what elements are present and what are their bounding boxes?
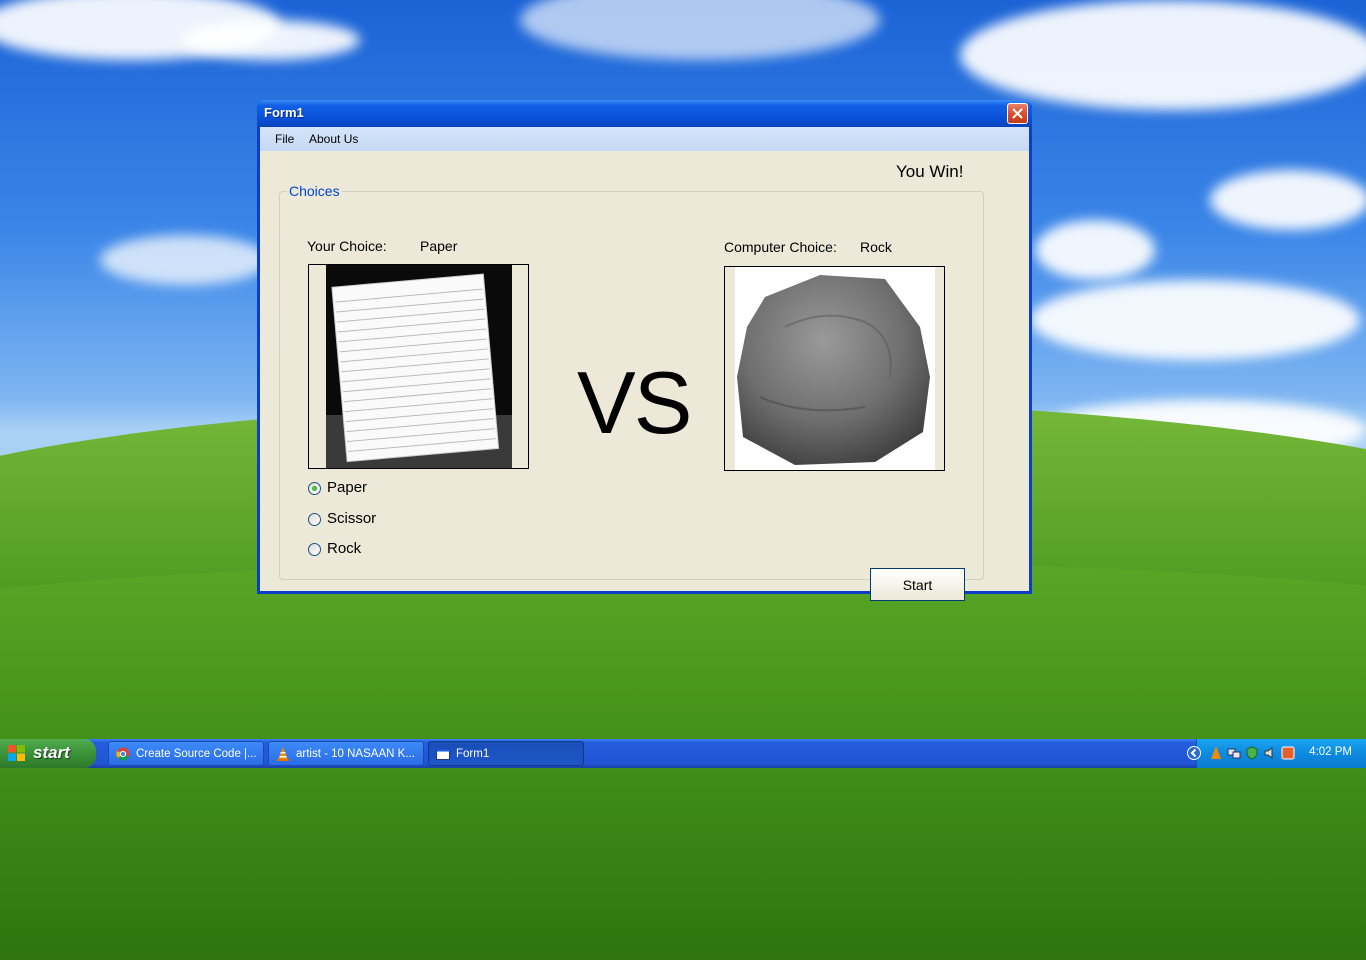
taskbar-item-form1[interactable]: Form1 bbox=[428, 741, 584, 766]
radio-rock-label[interactable]: Rock bbox=[327, 540, 361, 557]
chrome-icon bbox=[116, 747, 130, 761]
choices-groupbox: Choices Your Choice: Paper Computer Choi… bbox=[279, 183, 984, 601]
menu-file[interactable]: File bbox=[275, 132, 294, 146]
close-icon bbox=[1012, 108, 1023, 119]
radio-scissor-label[interactable]: Scissor bbox=[327, 510, 376, 527]
radio-selected-dot bbox=[312, 486, 317, 491]
menu-about-us[interactable]: About Us bbox=[309, 132, 358, 146]
taskbar-item-label: Create Source Code |... bbox=[136, 748, 257, 760]
vlc-icon bbox=[277, 747, 289, 761]
your-choice-value: Paper bbox=[420, 238, 458, 254]
security-shield-icon[interactable] bbox=[1245, 746, 1259, 760]
radio-paper-label[interactable]: Paper bbox=[327, 479, 367, 496]
radio-paper[interactable]: Paper bbox=[308, 479, 448, 499]
clock[interactable]: 4:02 PM bbox=[1309, 746, 1352, 758]
taskbar-item-label: Form1 bbox=[456, 748, 490, 760]
tray-expand-icon[interactable] bbox=[1187, 746, 1201, 760]
vlc-tray-icon[interactable] bbox=[1209, 746, 1223, 760]
player-choice-picture bbox=[308, 264, 529, 469]
radio-rock-circle[interactable] bbox=[308, 543, 321, 556]
result-label: You Win! bbox=[896, 162, 964, 181]
paper-image bbox=[326, 265, 512, 468]
radio-scissor[interactable]: Scissor bbox=[308, 510, 448, 530]
computer-choice-picture bbox=[724, 266, 945, 471]
radio-rock[interactable]: Rock bbox=[308, 540, 448, 560]
computer-choice-label: Computer Choice: bbox=[724, 239, 837, 255]
taskbar-item-label: artist - 10 NASAAN K... bbox=[296, 748, 415, 760]
taskbar-item-chrome[interactable]: Create Source Code |... bbox=[108, 741, 264, 766]
vs-label: VS bbox=[577, 353, 692, 452]
start-label: start bbox=[33, 743, 70, 762]
rock-image bbox=[735, 267, 935, 470]
taskbar-item-vlc[interactable]: artist - 10 NASAAN K... bbox=[268, 741, 424, 766]
your-choice-label: Your Choice: bbox=[307, 238, 387, 254]
groupbox-title: Choices bbox=[287, 183, 342, 199]
close-button[interactable] bbox=[1007, 103, 1028, 124]
window-icon bbox=[436, 748, 450, 760]
start-button[interactable]: Start bbox=[870, 568, 965, 601]
windows-flag-icon bbox=[8, 745, 25, 761]
network-icon[interactable] bbox=[1227, 746, 1241, 760]
start-button-taskbar[interactable]: start bbox=[0, 739, 96, 768]
computer-choice-value: Rock bbox=[860, 239, 892, 255]
radio-paper-circle[interactable] bbox=[308, 482, 321, 495]
taskbar: start Create Source Code |... artist - 1… bbox=[0, 739, 1366, 768]
app-tray-icon[interactable] bbox=[1281, 746, 1295, 760]
system-tray: 4:02 PM bbox=[1187, 739, 1366, 768]
window-client: File About Us You Win! Choices Your Choi… bbox=[260, 127, 1029, 601]
form1-window: Form1 File About Us You Win! Choices You… bbox=[257, 100, 1032, 601]
menu-bar: File About Us bbox=[260, 127, 1029, 151]
radio-scissor-circle[interactable] bbox=[308, 513, 321, 526]
window-title: Form1 bbox=[264, 105, 304, 120]
speaker-icon[interactable] bbox=[1263, 746, 1277, 760]
title-bar[interactable]: Form1 bbox=[257, 100, 1032, 127]
